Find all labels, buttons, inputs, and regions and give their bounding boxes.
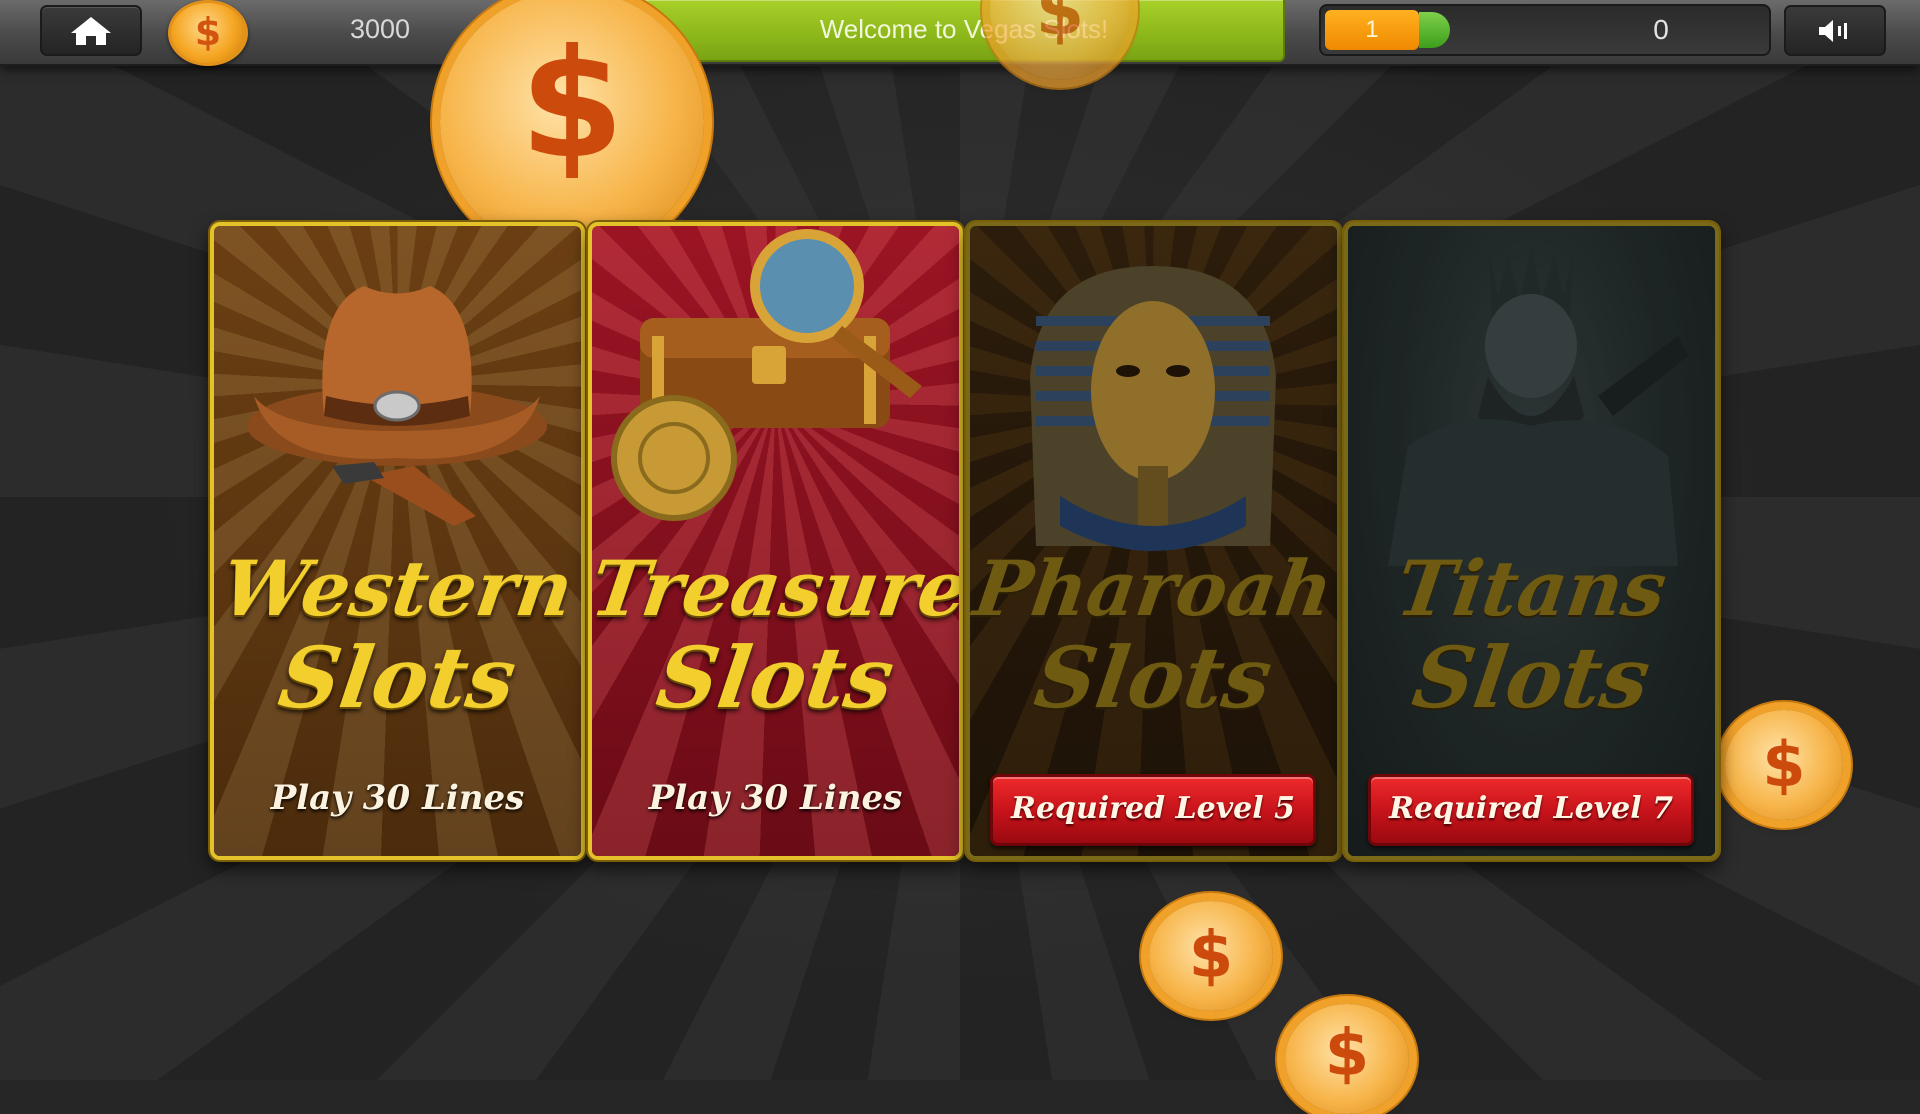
dollar-coin-icon: $ [1149,901,1273,1011]
slot-card-titans[interactable]: Titans Slots Required Level 7 [1344,222,1719,860]
home-button[interactable] [40,5,142,56]
locked-overlay [1348,226,1715,856]
home-icon [71,17,111,45]
required-level-button[interactable]: Required Level 5 [990,774,1316,846]
card-title: Slots [1407,628,1656,727]
card-subtitle: Play 30 Lines [648,778,903,818]
welcome-banner: Welcome to Vegas Slots! [643,0,1285,62]
card-title: Western [216,544,579,633]
slot-card-treasure[interactable]: Treasure Slots Play 30 Lines [588,222,963,860]
sound-button[interactable] [1784,5,1886,56]
cowboy-hat-icon [247,286,547,526]
dollar-coin-icon: $ [1725,710,1843,820]
dollar-coin-icon: $ [1285,1004,1409,1114]
slot-card-pharaoh[interactable]: Pharoah Slots Required Level 5 [966,222,1341,860]
xp-value: 0 [1653,14,1669,45]
sound-icon [1819,20,1847,42]
top-bar: $ 3000 Welcome to Vegas Slots! 1 0 [0,0,1920,66]
card-title: Treasure [588,544,963,633]
treasure-chest-icon [611,229,922,521]
card-subtitle: Play 30 Lines [270,778,525,818]
credits-balance: 3000 [349,14,411,44]
card-title: Slots [651,628,900,727]
locked-overlay [970,226,1337,856]
card-title: Titans [1391,544,1672,633]
dollar-coin-icon: $ [168,0,248,66]
level-indicator: 1 [1325,10,1419,50]
card-title: Pharoah [968,544,1339,633]
xp-progress-fill [1419,12,1450,48]
card-title: Slots [1029,628,1278,727]
dollar-coin-icon: $ [440,0,704,254]
slot-card-western[interactable]: Western Slots Play 30 Lines [210,222,585,860]
card-title: Slots [273,628,522,727]
required-level-button[interactable]: Required Level 7 [1368,774,1694,846]
level-progress-bar: 1 0 [1319,4,1771,56]
